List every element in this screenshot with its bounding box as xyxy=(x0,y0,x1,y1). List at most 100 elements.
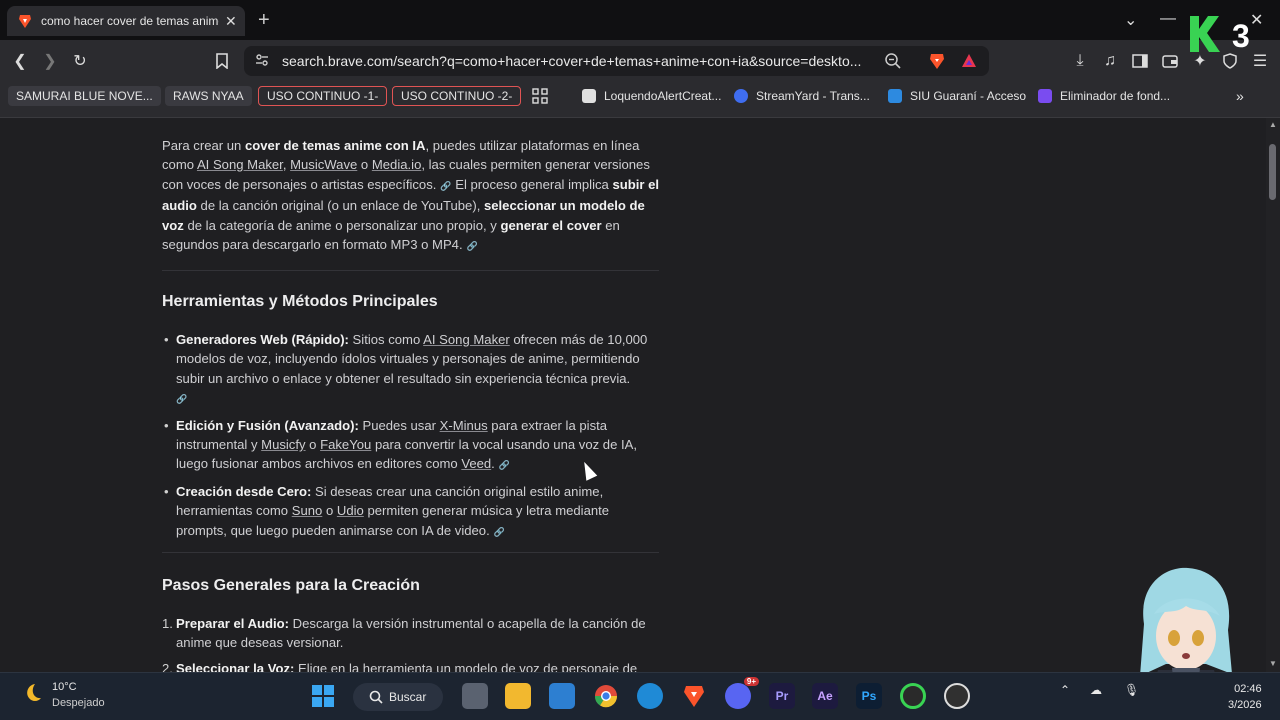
bookmark-item[interactable]: Eliminador de fond... xyxy=(1038,86,1170,106)
bookmark-label: SIU Guaraní - Acceso xyxy=(910,89,1027,103)
brave-rewards-icon[interactable] xyxy=(960,52,978,75)
link-udio[interactable]: Udio xyxy=(337,503,364,518)
taskbar-search[interactable]: Buscar xyxy=(353,683,443,711)
photoshop-icon[interactable]: Ps xyxy=(856,683,882,709)
brave-taskbar-icon[interactable] xyxy=(681,683,707,709)
date: 3/2026 xyxy=(1228,699,1262,711)
url-text: search.brave.com/search?q=como+hacer+cov… xyxy=(282,53,862,69)
bookmark-label: LoquendoAlertCreat... xyxy=(604,89,722,103)
sidebar-icon[interactable] xyxy=(1128,49,1152,73)
bookmark-item[interactable]: StreamYard - Trans... xyxy=(734,86,870,106)
windows-start-icon[interactable] xyxy=(310,683,336,709)
source-link-icon[interactable]: 🔗 xyxy=(176,394,187,404)
text: El proceso general implica xyxy=(451,176,613,192)
taskbar: 10°C Despejado Buscar 9+ Pr Ae Ps ⌃ ☁ 🎙 … xyxy=(0,672,1280,720)
back-icon[interactable]: ❮ xyxy=(8,49,32,73)
scroll-down-icon[interactable]: ▼ xyxy=(1269,659,1277,668)
source-link-icon[interactable]: 🔗 xyxy=(440,181,451,191)
divider xyxy=(162,270,659,271)
intro-paragraph: Para crear un cover de temas anime con I… xyxy=(162,136,662,256)
weather-description: Despejado xyxy=(52,697,105,709)
siu-icon xyxy=(888,89,902,103)
toolbar: ❮ ❯ ↻ search.brave.com/search?q=como+hac… xyxy=(0,40,1280,82)
link-ai-song-maker[interactable]: AI Song Maker xyxy=(423,332,510,347)
chrome-icon[interactable] xyxy=(593,683,619,709)
bold-text: cover de temas anime con IA xyxy=(244,138,426,153)
tab-title: como hacer cover de temas anime con ia -… xyxy=(41,14,219,28)
premiere-icon[interactable]: Pr xyxy=(769,683,795,709)
reload-icon[interactable]: ↻ xyxy=(68,49,92,73)
obs-icon[interactable] xyxy=(944,683,970,709)
more-bookmarks-icon[interactable]: » xyxy=(1236,86,1244,106)
after-effects-icon[interactable]: Ae xyxy=(812,683,838,709)
forward-icon[interactable]: ❯ xyxy=(38,49,62,73)
list-item: Preparar el Audio: Descarga la versión i… xyxy=(162,614,662,653)
onedrive-icon[interactable]: ☁ xyxy=(1090,683,1102,697)
file-explorer-icon[interactable] xyxy=(505,683,531,709)
minimize-icon[interactable]: — xyxy=(1160,10,1176,28)
link-media-io[interactable]: Media.io xyxy=(372,157,422,172)
heading-tools: Herramientas y Métodos Principales xyxy=(162,293,438,310)
scroll-up-icon[interactable]: ▲ xyxy=(1269,120,1277,129)
link-veed[interactable]: Veed xyxy=(461,456,491,471)
bookmark-label: StreamYard - Trans... xyxy=(756,89,870,103)
leo-ai-icon[interactable]: ✦ xyxy=(1188,49,1212,73)
moon-icon xyxy=(27,684,41,701)
link-musicwave[interactable]: MusicWave xyxy=(290,157,357,172)
source-link-icon[interactable]: 🔗 xyxy=(467,241,478,251)
vpn-shield-icon[interactable] xyxy=(1218,49,1242,73)
text: de la categoría de anime o personalizar … xyxy=(183,217,501,233)
task-view-icon[interactable] xyxy=(462,683,488,709)
notification-badge: 9+ xyxy=(743,677,759,686)
media-icon[interactable]: ♫ xyxy=(1098,49,1122,73)
tab-active[interactable]: como hacer cover de temas anime con ia -… xyxy=(7,6,245,36)
search-label: Buscar xyxy=(389,690,427,704)
bookmark-item[interactable]: LoquendoAlertCreat... xyxy=(582,86,721,106)
temperature: 10°C xyxy=(52,681,77,693)
list-item: Creación desde Cero: Si deseas crear una… xyxy=(162,482,662,542)
zoom-icon[interactable] xyxy=(884,52,902,75)
new-tab-icon[interactable]: + xyxy=(258,9,270,32)
bold-text: Generadores Web (Rápido): xyxy=(176,332,349,347)
address-bar[interactable]: search.brave.com/search?q=como+hacer+cov… xyxy=(244,46,989,76)
scroll-thumb[interactable] xyxy=(1269,144,1276,200)
close-tab-icon[interactable]: ✕ xyxy=(225,13,237,30)
wallet-icon[interactable] xyxy=(1158,49,1182,73)
photos-icon[interactable] xyxy=(549,683,575,709)
tray-chevron-icon[interactable]: ⌃ xyxy=(1060,683,1070,697)
link-suno[interactable]: Suno xyxy=(292,503,323,518)
page-scrollbar[interactable]: ▲ ▼ xyxy=(1266,118,1280,672)
time: 02:46 xyxy=(1234,683,1262,695)
list-item: Generadores Web (Rápido): Sitios como AI… xyxy=(162,330,662,410)
microphone-icon[interactable]: 🎙 xyxy=(1124,683,1139,697)
discord-icon[interactable]: 9+ xyxy=(725,677,759,709)
apps-grid-icon[interactable] xyxy=(532,86,548,106)
bookmark-item[interactable]: SIU Guaraní - Acceso xyxy=(888,86,1026,106)
bookmark-item[interactable]: USO CONTINUO -1- xyxy=(258,86,388,106)
bookmark-item[interactable]: USO CONTINUO -2- xyxy=(392,86,522,106)
source-link-icon[interactable]: 🔗 xyxy=(494,527,505,537)
weather-widget[interactable]: 10°C Despejado xyxy=(20,681,105,709)
clock[interactable]: 02:46 3/2026 xyxy=(1228,681,1262,713)
bold-text: Edición y Fusión (Avanzado): xyxy=(176,417,359,433)
tab-search-chevron-icon[interactable]: ⌄ xyxy=(1124,10,1137,30)
link-x-minus[interactable]: X-Minus xyxy=(440,418,488,433)
edge-icon[interactable] xyxy=(637,683,663,709)
bookmark-icon[interactable] xyxy=(210,49,234,73)
bookmark-item[interactable]: RAWS NYAA xyxy=(165,86,252,106)
text: de la canción original (o un enlace de Y… xyxy=(196,198,484,214)
heading-steps: Pasos Generales para la Creación xyxy=(162,577,420,594)
link-fakeyou[interactable]: FakeYou xyxy=(320,437,371,452)
link-musicfy[interactable]: Musicfy xyxy=(261,437,305,452)
site-settings-icon[interactable] xyxy=(254,52,270,73)
menu-icon[interactable]: ☰ xyxy=(1248,49,1272,73)
loquendo-icon xyxy=(582,89,596,103)
davinci-icon[interactable] xyxy=(900,683,926,709)
source-link-icon[interactable]: 🔗 xyxy=(499,460,510,470)
brave-shields-icon[interactable] xyxy=(928,52,946,75)
bookmark-item[interactable]: SAMURAI BLUE NOVE... xyxy=(8,86,161,106)
text: Elige en la herramienta un modelo de voz… xyxy=(294,660,638,672)
bold-text: Seleccionar la Voz: xyxy=(176,660,295,672)
download-icon[interactable]: ⤓ xyxy=(1068,49,1092,73)
link-ai-song-maker[interactable]: AI Song Maker xyxy=(197,157,283,172)
